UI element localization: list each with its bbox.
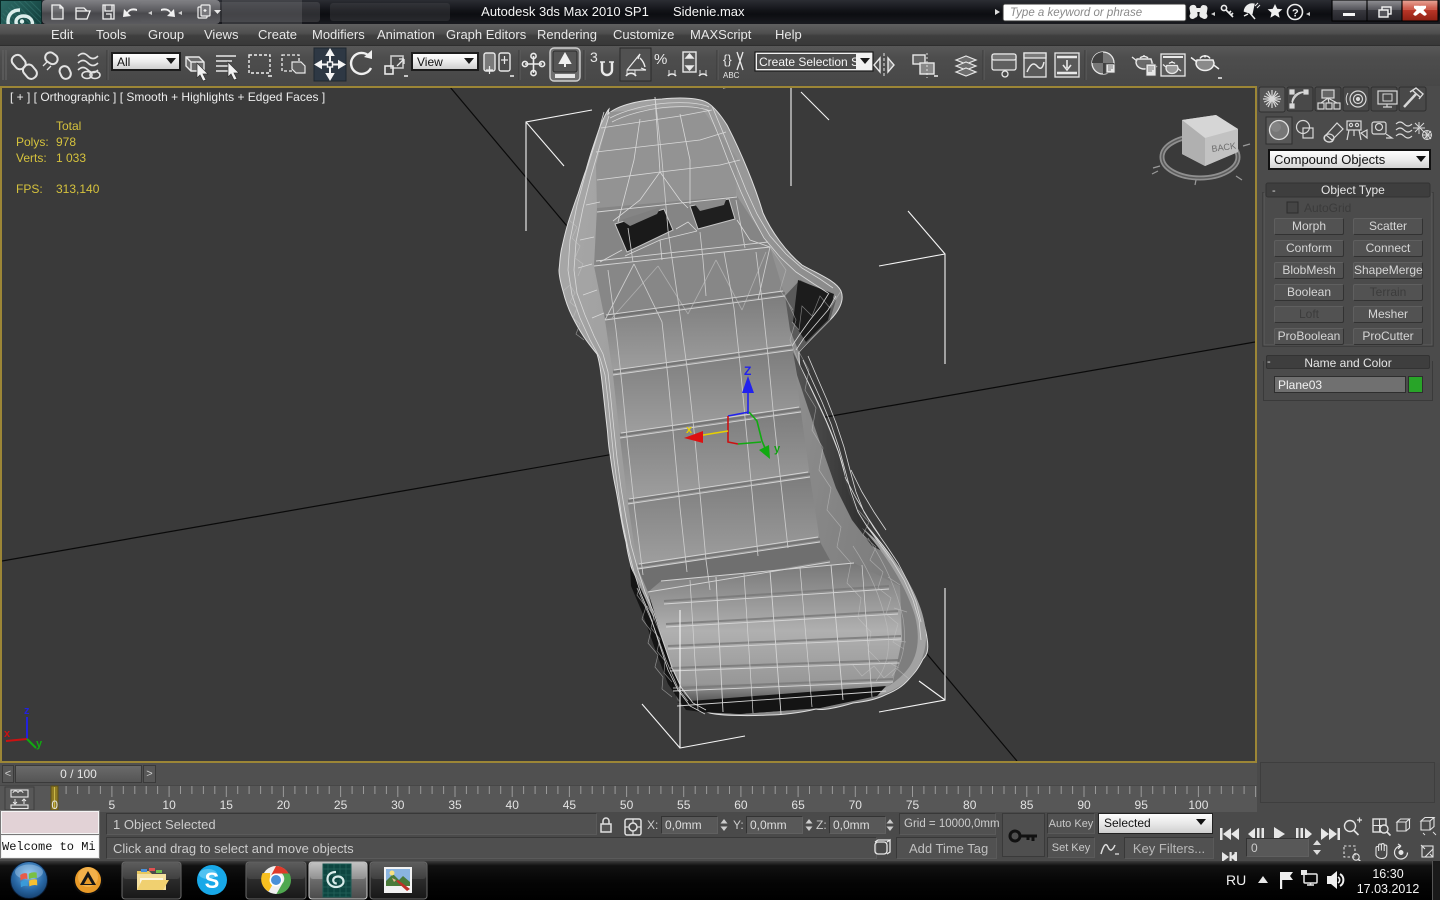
svg-text:100: 100 [1188,798,1208,812]
svg-text:RU: RU [1226,872,1246,888]
svg-text:All: All [117,55,130,69]
svg-text:y: y [36,738,43,750]
svg-text:25: 25 [334,798,348,812]
svg-text:x: x [686,424,693,436]
svg-text:View: View [417,55,443,69]
svg-text:85: 85 [1020,798,1034,812]
svg-text:313,140: 313,140 [56,182,100,196]
svg-text:5: 5 [109,798,116,812]
svg-text:%: % [654,51,667,68]
svg-text:17.03.2012: 17.03.2012 [1357,882,1420,896]
svg-text:1 033: 1 033 [56,151,86,165]
svg-text:Verts:: Verts: [16,151,47,165]
svg-text:y: y [774,443,781,455]
svg-text:S: S [205,868,220,893]
svg-text:-: - [1272,185,1276,197]
svg-text:z: z [24,705,30,717]
svg-text:60: 60 [734,798,748,812]
svg-text:80: 80 [963,798,977,812]
svg-text:Type a keyword or phrase: Type a keyword or phrase [1010,7,1142,19]
svg-text:AutoGrid: AutoGrid [1304,201,1351,215]
svg-text:10: 10 [162,798,176,812]
svg-text:Total: Total [56,119,81,133]
svg-text:3: 3 [590,49,598,65]
svg-text:16:30: 16:30 [1372,867,1403,881]
svg-text:30: 30 [391,798,405,812]
svg-text:Autodesk 3ds Max 2010 SP1: Autodesk 3ds Max 2010 SP1 [481,4,649,19]
svg-text:75: 75 [906,798,920,812]
svg-text:45: 45 [563,798,577,812]
svg-text:Compound Objects: Compound Objects [1274,152,1386,167]
svg-text:978: 978 [56,135,76,149]
svg-text:?: ? [1292,8,1299,20]
svg-text:15: 15 [220,798,234,812]
svg-text:Sidenie.max: Sidenie.max [673,4,745,19]
svg-text:65: 65 [791,798,805,812]
svg-text:FPS:: FPS: [16,182,43,196]
svg-text:35: 35 [448,798,462,812]
svg-text:{}: {} [723,52,732,67]
svg-text:0: 0 [51,798,58,812]
svg-text:Object Type: Object Type [1321,183,1385,197]
svg-text:Z: Z [744,364,751,378]
svg-text:ABC: ABC [723,71,740,80]
svg-text:x: x [4,728,11,740]
svg-text:40: 40 [506,798,520,812]
svg-text:70: 70 [849,798,863,812]
svg-text:90: 90 [1077,798,1091,812]
svg-text:95: 95 [1135,798,1149,812]
svg-text:Create Selection Se: Create Selection Se [759,55,866,69]
svg-text:55: 55 [677,798,691,812]
svg-text:20: 20 [277,798,291,812]
svg-text:[ + ] [ Orthographic ] [ Smoot: [ + ] [ Orthographic ] [ Smooth + Highli… [10,90,325,104]
svg-text:Polys:: Polys: [16,135,49,149]
svg-text:50: 50 [620,798,634,812]
